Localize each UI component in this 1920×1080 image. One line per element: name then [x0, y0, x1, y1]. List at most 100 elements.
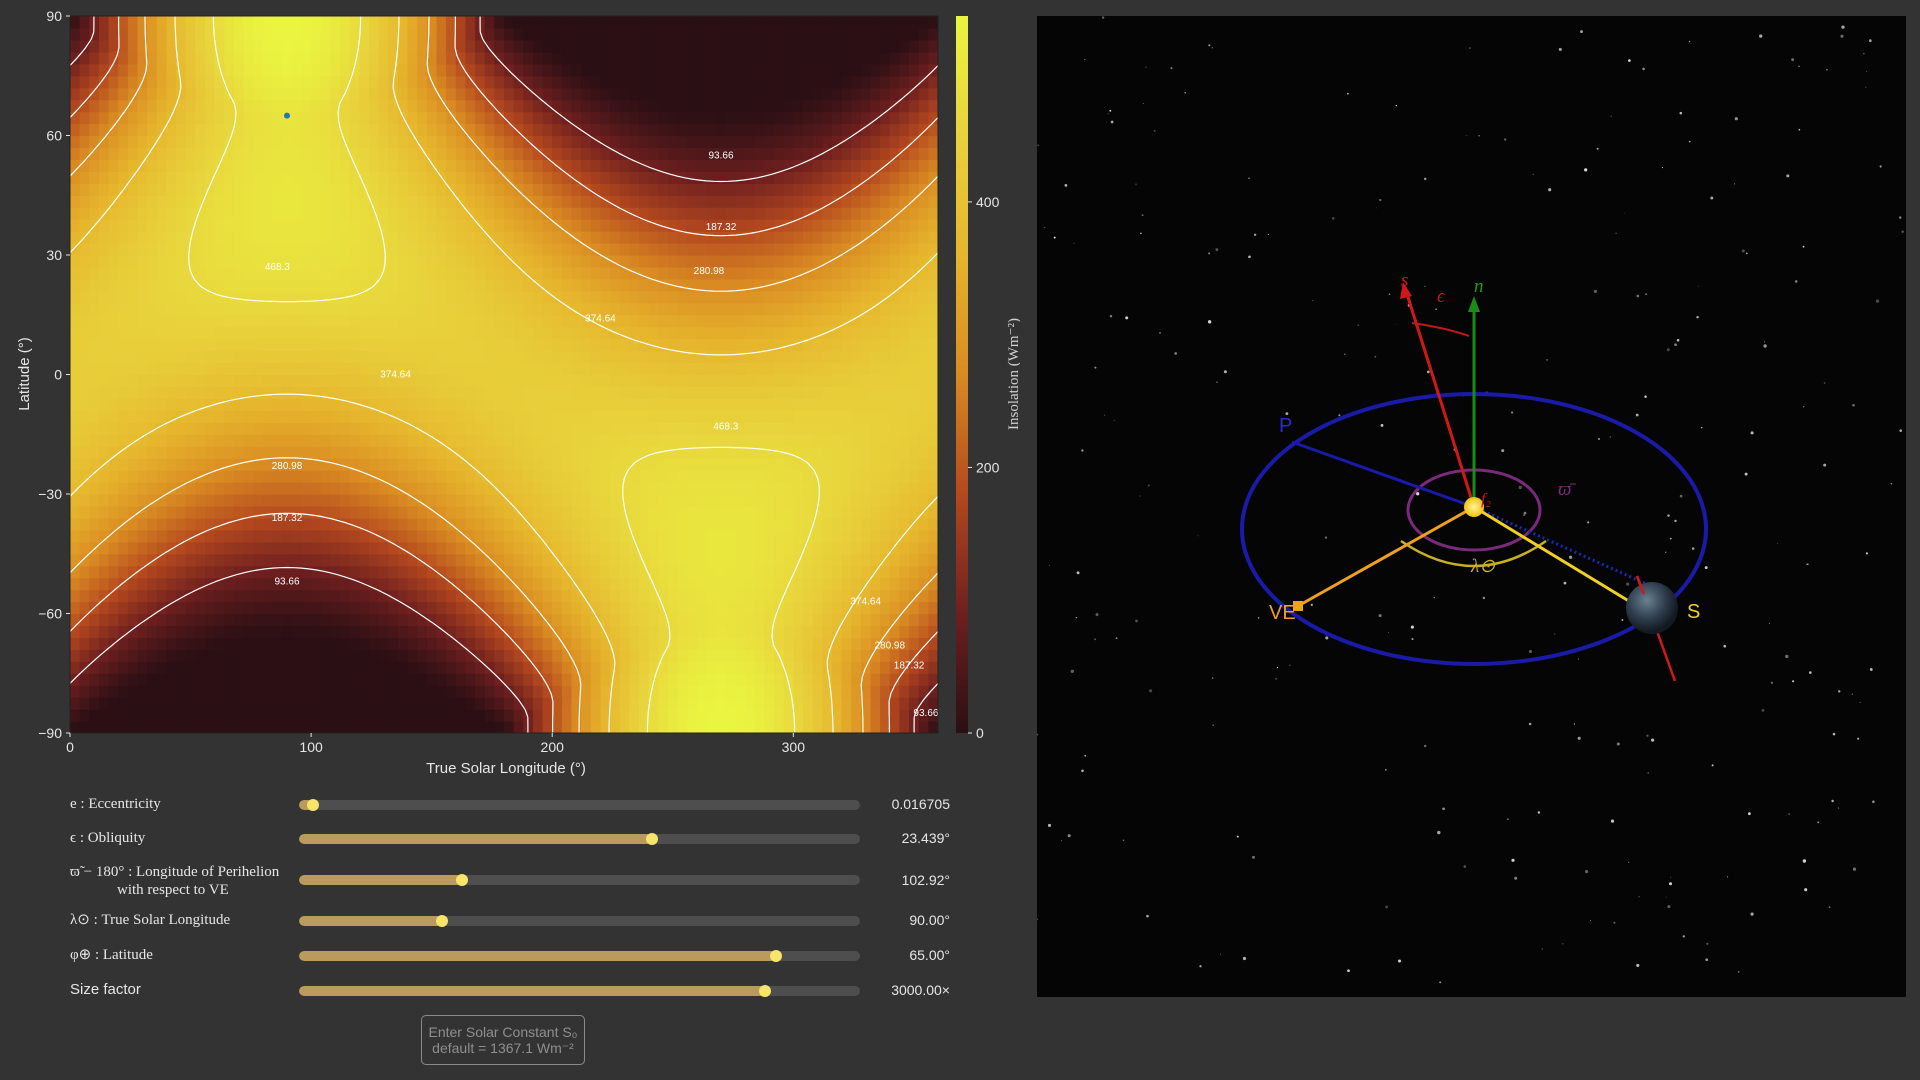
heatmap-cell — [581, 75, 592, 89]
heatmap-cell — [667, 649, 679, 662]
heatmap-cell — [745, 685, 756, 698]
heatmap-cell — [407, 673, 418, 686]
heatmap-cell — [706, 541, 717, 555]
heatmap-cell — [571, 302, 582, 316]
heatmap-cell — [812, 565, 823, 579]
heatmap-cell — [504, 266, 515, 280]
heatmap-cell — [822, 207, 833, 220]
heatmap-cell — [195, 99, 206, 113]
heatmap-cell — [89, 446, 100, 459]
heatmap-cell — [388, 577, 399, 591]
heatmap-cell — [552, 482, 563, 495]
heatmap-cell — [359, 111, 370, 125]
heatmap-cell — [552, 721, 563, 733]
heatmap-cell — [523, 398, 534, 411]
heatmap-cell — [417, 541, 428, 555]
heatmap-cell — [368, 709, 380, 722]
heatmap-cell — [320, 16, 331, 29]
heatmap-cell — [793, 63, 804, 77]
heatmap-cell — [745, 338, 756, 352]
heatmap-cell — [822, 565, 833, 579]
heatmap-cell — [802, 553, 814, 567]
heatmap-cell — [841, 649, 852, 662]
heatmap-cell — [764, 255, 775, 268]
heatmap-cell — [407, 27, 418, 41]
heatmap-cell — [571, 505, 582, 519]
heatmap-cell — [860, 529, 872, 543]
heatmap-cell — [368, 183, 380, 196]
heatmap-cell — [581, 697, 592, 710]
heatmap-cell — [735, 27, 746, 41]
heatmap-cell — [214, 470, 225, 483]
heatmap-cell — [802, 135, 814, 149]
heatmap-cell — [745, 27, 756, 41]
heatmap-cell — [185, 422, 196, 435]
heatmap-cell — [504, 517, 515, 531]
heatmap-cell — [774, 51, 785, 65]
heatmap-cell — [176, 613, 187, 627]
heatmap-cell — [205, 613, 216, 627]
heatmap-cell — [745, 87, 756, 101]
heatmap-cell — [706, 326, 717, 340]
heatmap-cell — [195, 39, 206, 53]
heatmap-cell — [253, 685, 264, 698]
heatmap-cell — [465, 494, 476, 507]
heatmap-cell — [359, 39, 370, 53]
heatmap-cell — [754, 685, 765, 698]
heatmap-cell — [233, 231, 245, 244]
heatmap-cell — [282, 673, 293, 686]
heatmap-cell — [629, 505, 640, 519]
heatmap-cell — [610, 39, 621, 53]
heatmap-cell — [127, 338, 139, 352]
insolation-heatmap[interactable]: 93.6693.6693.66187.32187.32187.32280.982… — [0, 0, 1020, 785]
heatmap-cell — [610, 446, 621, 459]
heatmap-cell — [687, 16, 698, 29]
heatmap-cell — [417, 338, 428, 352]
heatmap-cell — [600, 505, 611, 519]
heatmap-cell — [802, 685, 814, 698]
heatmap-cell — [571, 613, 582, 627]
heatmap-cell — [176, 721, 187, 733]
heatmap-cell — [725, 63, 737, 77]
heatmap-cell — [581, 51, 592, 65]
heatmap-cell — [764, 39, 775, 53]
heatmap-cell — [774, 207, 785, 220]
heatmap-cell — [639, 577, 650, 591]
heatmap-cell — [851, 553, 862, 567]
heatmap-cell — [368, 338, 380, 352]
heatmap-cell — [475, 266, 486, 280]
heatmap-cell — [89, 410, 100, 423]
heatmap-cell — [214, 266, 225, 280]
heatmap-cell — [783, 326, 794, 340]
heatmap-cell — [166, 159, 177, 172]
heatmap-cell — [745, 243, 756, 256]
heatmap-cell — [725, 577, 737, 591]
heatmap-cell — [465, 553, 476, 567]
heatmap-cell — [262, 75, 274, 89]
heatmap-cell — [301, 482, 312, 495]
heatmap-cell — [629, 482, 640, 495]
heatmap-cell — [610, 625, 621, 638]
heatmap-cell — [282, 362, 293, 376]
heatmap-cell — [89, 195, 100, 208]
heatmap-cell — [581, 231, 592, 244]
heatmap-cell — [774, 255, 785, 268]
heatmap-cell — [658, 39, 669, 53]
heatmap-cell — [764, 243, 775, 256]
heatmap-cell — [725, 255, 737, 268]
heatmap-cell — [320, 434, 331, 447]
heatmap-cell — [118, 75, 129, 89]
heatmap-cell — [224, 422, 235, 435]
heatmap-cell — [831, 553, 843, 567]
heatmap-cell — [407, 111, 418, 125]
heatmap-cell — [860, 338, 872, 352]
heatmap-cell — [716, 63, 727, 77]
heatmap-cell — [571, 314, 582, 328]
heatmap-cell — [79, 386, 90, 399]
heatmap-cell — [118, 27, 129, 41]
heatmap-cell — [70, 649, 81, 662]
heatmap-cell — [687, 75, 698, 89]
heatmap-cell — [735, 685, 746, 698]
heatmap-cell — [802, 625, 814, 638]
heatmap-cell — [841, 553, 852, 567]
